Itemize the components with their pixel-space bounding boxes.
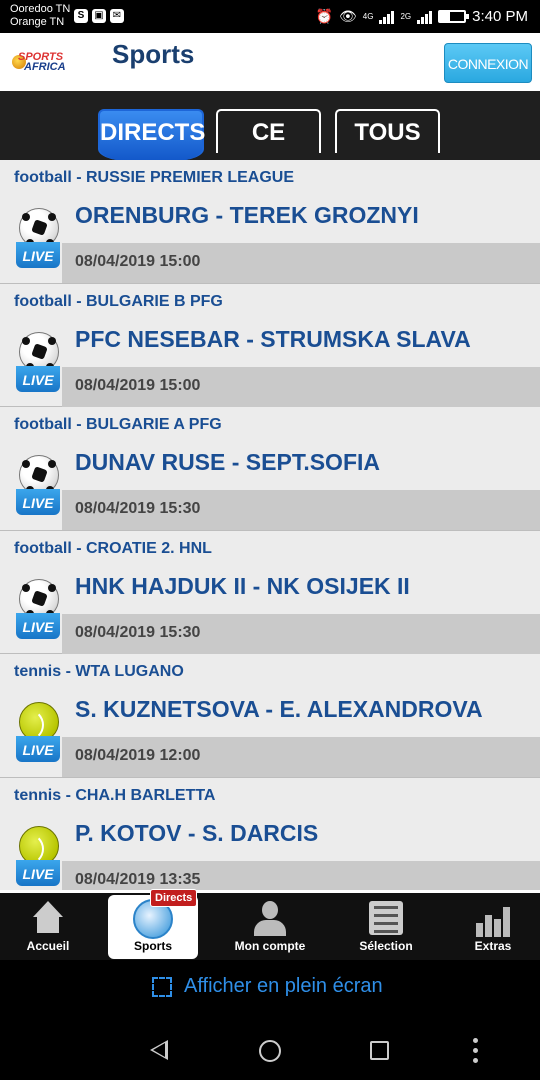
live-badge: LIVE <box>16 736 60 762</box>
sports-africa-logo[interactable]: SPORTS AFRICA <box>12 43 86 83</box>
home-button-icon[interactable] <box>259 1040 281 1062</box>
live-badge: LIVE <box>16 489 60 515</box>
nav-mon-compte[interactable]: Mon compte <box>218 895 322 959</box>
date-strip: 08/04/2019 15:30 <box>62 490 540 530</box>
page-title: Sports <box>112 39 195 69</box>
match-teams: P. KOTOV - S. DARCIS <box>75 819 319 846</box>
eye-icon: 👁 <box>339 8 357 24</box>
live-football-icon: LIVE <box>14 208 62 268</box>
match-item[interactable]: football - RUSSIE PREMIER LEAGUE LIVE OR… <box>0 160 540 284</box>
bottom-navigation: Accueil Directs Sports Mon compte Sélect… <box>0 889 540 960</box>
live-tennis-icon: LIVE <box>14 825 62 886</box>
match-datetime: 08/04/2019 12:00 <box>75 747 201 764</box>
back-icon[interactable] <box>150 1040 168 1060</box>
league-label: tennis - WTA LUGANO <box>14 663 184 680</box>
match-list[interactable]: football - RUSSIE PREMIER LEAGUE LIVE OR… <box>0 160 540 890</box>
signal-icon-2 <box>417 10 433 24</box>
match-item[interactable]: tennis - CHA.H BARLETTA LIVE P. KOTOV - … <box>0 777 540 890</box>
nav-sports[interactable]: Directs Sports <box>108 889 198 959</box>
carrier-2: Orange TN <box>10 16 65 28</box>
live-badge: LIVE <box>16 242 60 268</box>
nav-label: Sélection <box>359 939 413 953</box>
match-teams: HNK HAJDUK II - NK OSIJEK II <box>75 572 410 599</box>
league-label: football - BULGARIE A PFG <box>14 416 222 433</box>
match-datetime: 08/04/2019 15:30 <box>75 623 201 641</box>
date-strip: 08/04/2019 15:30 <box>62 613 540 654</box>
status-bar: Ooredoo TN Orange TN S ▣ ✉ ⏰ 👁 4G 2G 3:4… <box>0 0 540 33</box>
image-icon: ▣ <box>92 9 106 23</box>
connexion-button[interactable]: CONNEXION <box>444 43 532 83</box>
nav-label: Sports <box>133 939 172 953</box>
date-strip: 08/04/2019 13:35 <box>62 860 540 890</box>
carrier-1: Ooredoo TN <box>10 3 71 15</box>
date-strip: 08/04/2019 12:00 <box>62 737 540 777</box>
live-badge: LIVE <box>16 365 60 392</box>
fullscreen-link[interactable]: Afficher en plein écran <box>0 960 540 1016</box>
nav-label: Extras <box>474 939 512 953</box>
match-teams: S. KUZNETSOVA - E. ALEXANDROVA <box>75 696 483 722</box>
league-label: football - RUSSIE PREMIER LEAGUE <box>14 169 295 186</box>
match-teams: ORENBURG - TEREK GROZNYI <box>75 202 419 228</box>
league-label: football - BULGARIE B PFG <box>14 292 223 310</box>
fullscreen-label: Afficher en plein écran <box>184 975 383 997</box>
notification-icons: S ▣ ✉ <box>74 9 124 23</box>
date-strip: 08/04/2019 15:00 <box>62 366 540 407</box>
match-datetime: 08/04/2019 15:00 <box>75 253 201 270</box>
chart-icon <box>474 901 512 937</box>
date-strip: 08/04/2019 15:00 <box>62 243 540 283</box>
more-options-icon[interactable] <box>473 1038 478 1064</box>
nav-label: Accueil <box>26 939 70 953</box>
list-icon <box>369 901 403 935</box>
league-label: tennis - CHA.H BARLETTA <box>14 786 216 804</box>
network-type-2: 2G <box>400 12 412 21</box>
battery-icon <box>438 10 470 23</box>
live-badge: LIVE <box>16 612 60 639</box>
match-teams: DUNAV RUSE - SEPT.SOFIA <box>75 449 380 475</box>
logo-text-bottom: AFRICA <box>24 61 66 73</box>
directs-badge: Directs <box>150 889 198 907</box>
match-teams: PFC NESEBAR - STRUMSKA SLAVA <box>75 325 471 352</box>
tab-bar: DIRECTS CE JOUR TOUS <box>0 91 540 190</box>
nav-extras[interactable]: Extras <box>446 895 540 959</box>
match-item[interactable]: tennis - WTA LUGANO LIVE S. KUZNETSOVA -… <box>0 654 540 778</box>
system-navigation <box>0 1016 540 1080</box>
messenger-icon: ✉ <box>110 9 124 23</box>
signal-icon <box>379 10 395 24</box>
skype-icon: S <box>74 9 88 23</box>
live-badge: LIVE <box>16 859 60 886</box>
live-football-icon: LIVE <box>14 578 62 639</box>
system-status: ⏰ 👁 4G 2G 3:40 PM <box>316 8 528 25</box>
network-type-1: 4G <box>362 12 374 21</box>
match-item[interactable]: football - BULGARIE A PFG LIVE DUNAV RUS… <box>0 407 540 531</box>
league-label: football - CROATIE 2. HNL <box>14 539 212 557</box>
nav-selection[interactable]: Sélection <box>336 895 436 959</box>
user-icon <box>253 901 287 937</box>
match-item[interactable]: football - BULGARIE B PFG LIVE PFC NESEB… <box>0 283 540 407</box>
expand-icon <box>152 977 172 997</box>
match-datetime: 08/04/2019 15:00 <box>75 376 201 394</box>
carrier-info: Ooredoo TN Orange TN <box>10 3 70 29</box>
alarm-icon: ⏰ <box>315 8 333 24</box>
live-football-icon: LIVE <box>14 455 62 515</box>
tab-tous[interactable]: TOUS <box>335 109 440 153</box>
recent-apps-icon[interactable] <box>370 1041 389 1060</box>
nav-label: Mon compte <box>234 939 306 953</box>
live-football-icon: LIVE <box>14 331 62 392</box>
tab-ce-jour[interactable]: CE JOUR <box>216 109 321 190</box>
app-header: SPORTS AFRICA Sports CONNEXION <box>0 33 540 91</box>
live-tennis-icon: LIVE <box>14 702 62 762</box>
match-datetime: 08/04/2019 15:30 <box>75 500 201 517</box>
home-icon <box>31 901 65 935</box>
tab-directs[interactable]: DIRECTS <box>98 109 205 161</box>
match-item[interactable]: football - CROATIE 2. HNL LIVE HNK HAJDU… <box>0 530 540 654</box>
clock: 3:40 PM <box>472 8 528 25</box>
nav-accueil[interactable]: Accueil <box>0 895 96 959</box>
match-datetime: 08/04/2019 13:35 <box>75 870 201 888</box>
